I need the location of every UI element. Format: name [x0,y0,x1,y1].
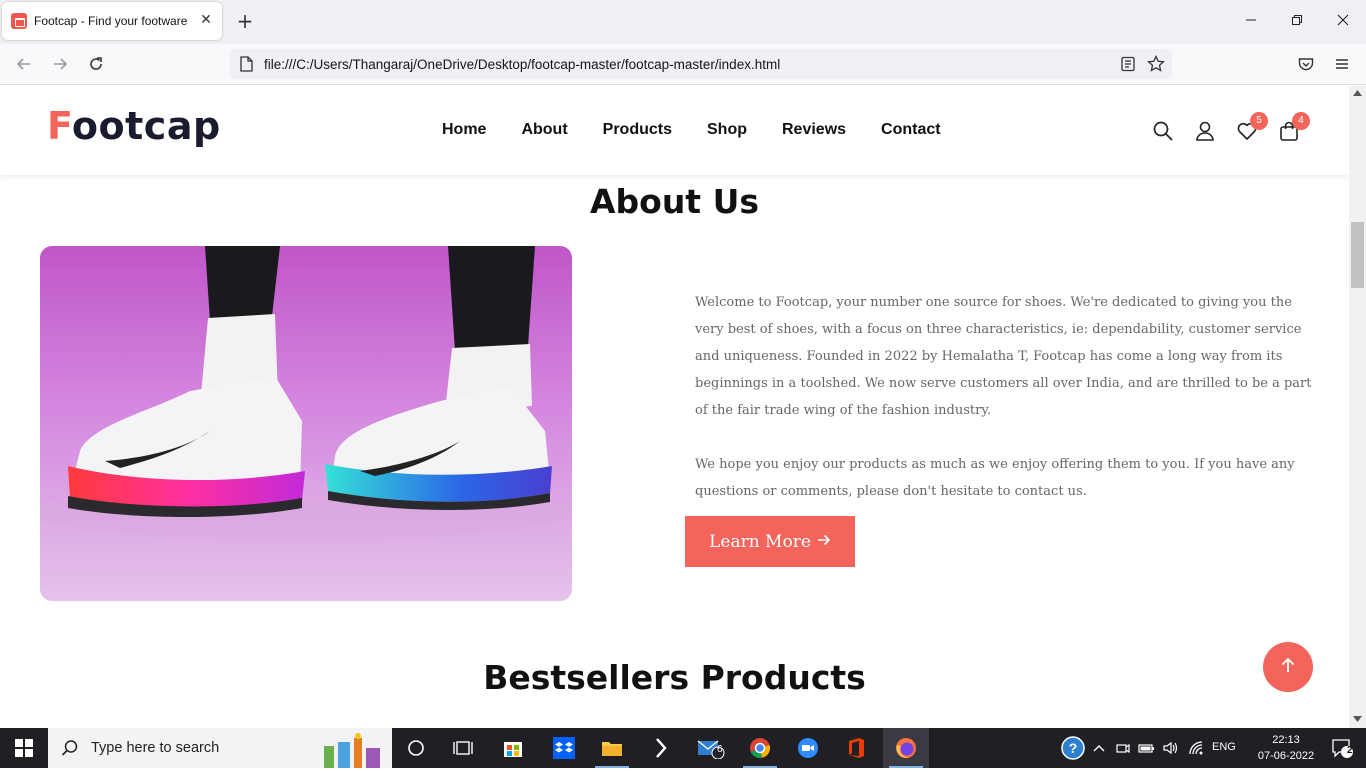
battery-icon[interactable] [1138,740,1156,756]
forward-icon[interactable] [49,53,71,75]
about-paragraph-1: Welcome to Footcap, your number one sour… [695,295,1312,418]
wishlist-heart-icon[interactable]: 5 [1236,112,1268,142]
about-section-title: About Us [589,182,760,221]
tray-chevron-up-icon[interactable] [1092,741,1106,755]
back-icon[interactable] [13,53,35,75]
clock-time: 22:13 [1272,734,1300,746]
restore-icon[interactable] [1287,12,1307,32]
taskbar-search-placeholder: Type here to search [91,740,220,756]
wifi-icon[interactable] [1188,740,1206,756]
tab-title: Footcap - Find your footware [34,14,188,28]
arrow-right-icon [817,532,831,551]
file-explorer-icon[interactable] [589,728,635,768]
cart-count-badge: 4 [1292,112,1310,130]
help-icon[interactable]: ? [1061,736,1085,760]
new-tab-icon[interactable]: + [234,10,256,32]
url-text: file:///C:/Users/Thangaraj/OneDrive/Desk… [264,56,781,72]
user-icon[interactable] [1194,120,1216,142]
notification-count-badge: 2 [1347,745,1353,756]
minimize-icon[interactable] [1241,12,1261,32]
system-tray: ? [1058,728,1206,768]
task-view-cortana-icon[interactable] [393,728,439,768]
about-paragraph-2: We hope you enjoy our products as much a… [695,457,1295,499]
nav-home[interactable]: Home [442,121,486,139]
arrow-up-icon [1280,657,1296,677]
logo-letter-f: F [47,104,72,148]
address-bar[interactable]: file:///C:/Users/Thangaraj/OneDrive/Desk… [230,49,1172,79]
menu-icon[interactable] [1331,53,1353,75]
about-shoes-image [40,246,572,601]
chrome-icon[interactable] [737,728,783,768]
microsoft-store-icon[interactable] [490,728,536,768]
windows-taskbar: Type here to search 6 ? ENG 22:13 07-06-… [0,728,1366,768]
reload-icon[interactable] [85,53,107,75]
nav-reviews[interactable]: Reviews [782,121,846,139]
taskbar-search-box[interactable]: Type here to search [48,728,392,768]
logo-text: ootcap [71,104,221,148]
nav-shop[interactable]: Shop [707,121,747,139]
dropbox-icon[interactable] [541,728,587,768]
nav-products[interactable]: Products [603,121,672,139]
meet-now-icon[interactable] [1115,740,1131,756]
office-icon[interactable] [833,728,879,768]
web-page: Footcap Home About Products Shop Reviews… [0,86,1349,728]
browser-tab[interactable]: Footcap - Find your footware ✕ [2,2,222,40]
notification-center-icon[interactable]: 2 [1318,728,1366,768]
wishlist-count-badge: 5 [1250,112,1268,130]
zoom-icon[interactable] [785,728,831,768]
task-view-icon[interactable] [440,728,486,768]
main-nav: Home About Products Shop Reviews Contact [442,121,976,139]
nav-about[interactable]: About [521,121,567,139]
svg-text:?: ? [1069,740,1078,756]
clock-date: 07-06-2022 [1257,750,1315,762]
windows-start-icon[interactable] [0,728,48,768]
scrollbar-thumb[interactable] [1351,222,1364,288]
volume-icon[interactable] [1162,740,1180,756]
site-header: Footcap Home About Products Shop Reviews… [0,86,1349,175]
mail-count-badge: 6 [717,744,723,755]
page-scrollbar[interactable] [1349,86,1366,728]
taskbar-search-icon [61,739,79,757]
search-highlight-illustration-icon [316,732,388,772]
firefox-icon[interactable] [883,728,929,768]
page-file-icon [239,56,253,76]
input-language[interactable]: ENG [1212,741,1236,753]
back-to-top-button[interactable] [1263,642,1313,692]
window-close-icon[interactable] [1333,12,1353,32]
site-logo[interactable]: Footcap [47,104,221,148]
bookmark-star-icon[interactable] [1147,54,1165,77]
cart-bag-icon[interactable]: 4 [1278,112,1310,142]
search-icon[interactable] [1152,120,1174,142]
mail-icon[interactable]: 6 [688,728,734,768]
browser-nav-bar: file:///C:/Users/Thangaraj/OneDrive/Desk… [0,44,1366,85]
site-favicon-icon [11,13,27,29]
learn-more-button[interactable]: Learn More [685,516,855,567]
reader-view-icon[interactable] [1120,56,1136,76]
learn-more-label: Learn More [709,531,811,552]
browser-tab-bar: Footcap - Find your footware ✕ + [0,0,1366,44]
bestsellers-section-title: Bestsellers Products [483,658,866,697]
nav-contact[interactable]: Contact [881,121,941,139]
terminal-app-icon[interactable] [638,728,684,768]
tab-close-icon[interactable]: ✕ [198,12,214,28]
taskbar-clock[interactable]: 22:13 07-06-2022 [1254,732,1318,764]
pocket-icon[interactable] [1295,53,1317,75]
